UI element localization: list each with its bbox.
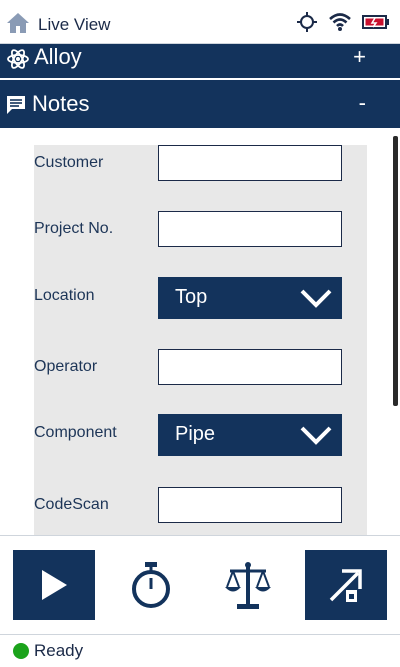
stopwatch-icon (132, 562, 170, 608)
top-bar: Live View (0, 0, 400, 44)
component-row: Component Pipe (34, 414, 367, 456)
location-label: Location (34, 287, 95, 304)
component-label: Component (34, 424, 117, 441)
gps-icon (297, 12, 317, 32)
alloy-section-title: Alloy (34, 44, 82, 69)
operator-field[interactable] (158, 349, 342, 385)
bottom-toolbar (0, 535, 400, 635)
page-title: Live View (38, 15, 111, 34)
operator-label: Operator (34, 358, 98, 375)
operator-row: Operator (34, 349, 367, 389)
collapse-toggle[interactable]: - (359, 90, 366, 116)
export-icon (329, 569, 362, 602)
export-button[interactable] (305, 550, 387, 620)
note-icon (7, 96, 25, 114)
balance-scale-icon (225, 562, 271, 609)
notes-section-header[interactable]: Notes - (0, 80, 400, 128)
home-icon[interactable] (6, 12, 30, 34)
project-row: Project No. (34, 211, 367, 251)
project-label: Project No. (34, 220, 114, 237)
codescan-field[interactable] (158, 487, 342, 523)
expand-toggle[interactable]: + (353, 44, 366, 70)
scrollbar[interactable] (393, 136, 398, 406)
atom-icon (7, 49, 29, 69)
wifi-icon (329, 13, 351, 31)
customer-label: Customer (34, 154, 104, 171)
customer-field[interactable] (158, 145, 342, 181)
alloy-section-header[interactable]: Alloy + (0, 44, 400, 78)
play-icon (42, 570, 67, 600)
component-value: Pipe (175, 423, 216, 445)
project-field[interactable] (158, 211, 342, 247)
status-icons (296, 9, 390, 35)
location-select[interactable]: Top (158, 277, 342, 319)
start-test-button[interactable] (13, 550, 95, 620)
status-indicator (13, 643, 29, 659)
codescan-row: CodeScan (34, 487, 367, 527)
notes-form-panel: Customer Project No. Location Top Operat… (34, 145, 367, 535)
chevron-down-icon (300, 289, 332, 308)
timer-button[interactable] (110, 550, 192, 620)
status-text: Ready (34, 641, 84, 660)
notes-form-area: Customer Project No. Location Top Operat… (0, 128, 400, 535)
location-value: Top (175, 286, 208, 308)
component-select[interactable]: Pipe (158, 414, 342, 456)
battery-icon (362, 15, 389, 29)
grade-match-button[interactable] (207, 550, 289, 620)
codescan-label: CodeScan (34, 496, 109, 513)
customer-row: Customer (34, 145, 367, 185)
notes-section-title: Notes (32, 91, 90, 116)
location-row: Location Top (34, 277, 367, 319)
chevron-down-icon (300, 426, 332, 445)
